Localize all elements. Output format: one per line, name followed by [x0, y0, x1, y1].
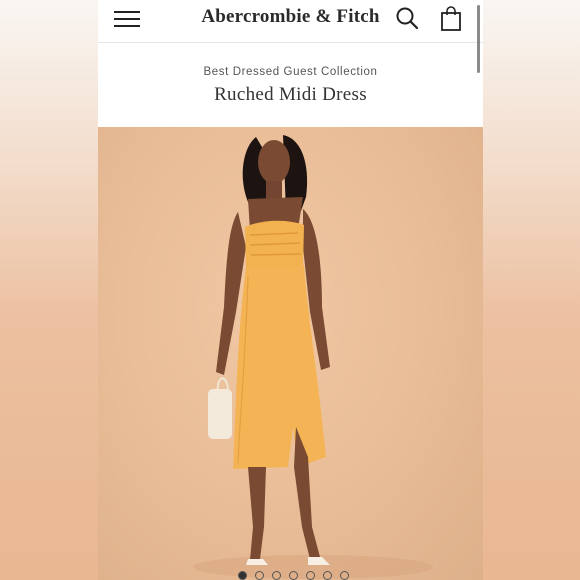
collection-label[interactable]: Best Dressed Guest Collection — [98, 66, 483, 78]
carousel-dot[interactable] — [238, 571, 247, 580]
search-icon[interactable] — [395, 6, 419, 30]
product-title: Ruched Midi Dress — [214, 84, 367, 105]
carousel-dot[interactable] — [306, 571, 315, 580]
image-carousel-dots — [238, 571, 349, 580]
carousel-dot[interactable] — [323, 571, 332, 580]
brand-logo[interactable]: Abercrombie & Fitch — [198, 6, 383, 28]
mobile-product-page: Abercrombie & Fitch Best Dressed Guest C… — [98, 0, 483, 580]
carousel-dot[interactable] — [289, 571, 298, 580]
product-image[interactable] — [98, 127, 483, 580]
model-illustration — [193, 135, 433, 579]
scrollbar[interactable] — [477, 5, 480, 73]
carousel-dot[interactable] — [340, 571, 349, 580]
background-blur-right — [483, 0, 580, 580]
background-blur-left — [0, 0, 98, 580]
top-navigation-bar: Abercrombie & Fitch — [98, 0, 483, 73]
carousel-dot[interactable] — [255, 571, 264, 580]
carousel-dot[interactable] — [272, 571, 281, 580]
hamburger-menu-icon[interactable] — [114, 9, 140, 29]
shopping-bag-icon[interactable] — [440, 6, 462, 32]
